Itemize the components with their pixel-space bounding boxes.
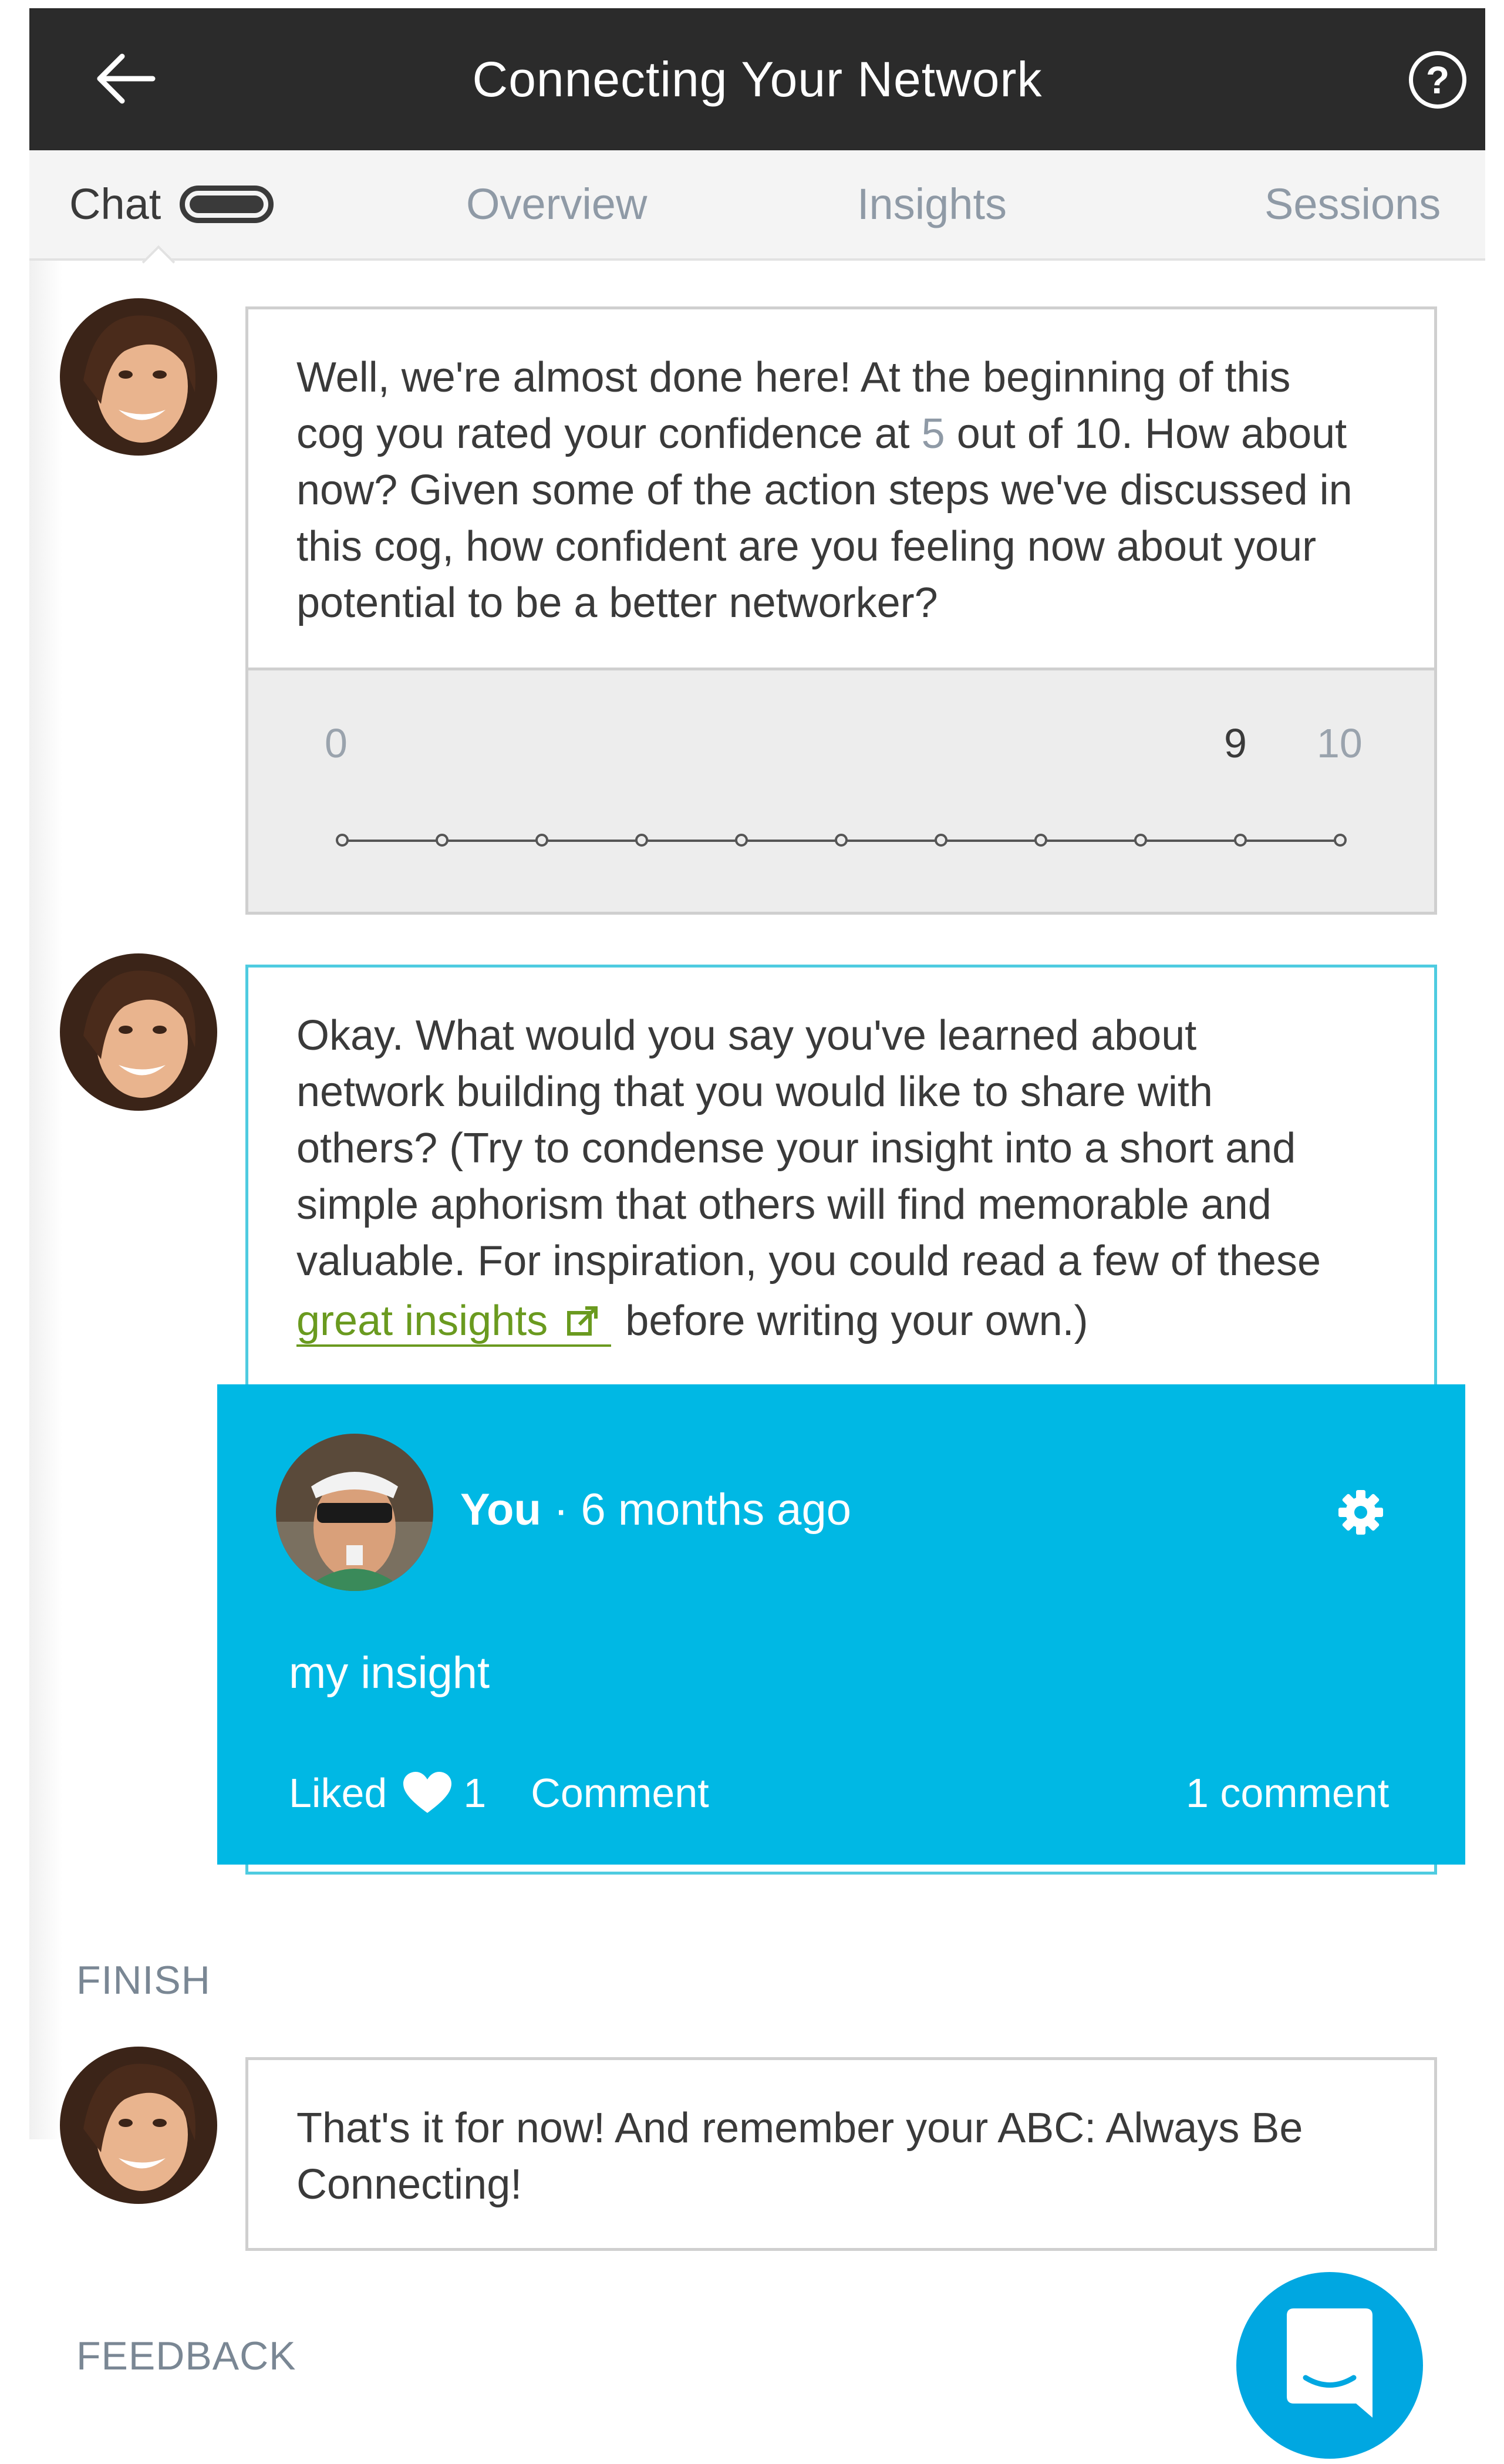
comment-button[interactable]: Comment [531, 1769, 709, 1816]
slider-tick-1[interactable] [436, 834, 448, 847]
section-label-finish: FINISH [76, 1958, 211, 2003]
message-line: valuable. For inspiration, you could rea… [296, 1238, 1321, 1285]
coach-avatar [60, 953, 217, 1111]
insight-meta: You · 6 months ago [460, 1484, 851, 1535]
slider-min-label: 0 [325, 720, 348, 766]
insight-text: my insight [289, 1648, 490, 1698]
slider-tick-6[interactable] [935, 834, 947, 847]
slider-tick-2[interactable] [535, 834, 548, 847]
message-line: simple aphorism that others will find me… [296, 1181, 1272, 1228]
slider-tick-0[interactable] [336, 834, 349, 847]
tab-chat[interactable]: Chat [69, 150, 161, 258]
section-label-feedback: FEEDBACK [76, 2334, 296, 2378]
toggle-icon[interactable] [180, 186, 274, 223]
insight-card: You · 6 months ago my insight Liked 1 Co… [217, 1384, 1465, 1865]
message-line: this cog, how confident are you feeling … [296, 523, 1317, 570]
slider-tick-4[interactable] [735, 834, 748, 847]
message-line: others? (Try to condense your insight in… [296, 1125, 1296, 1172]
question-circle-icon[interactable]: ? [1409, 51, 1466, 109]
insight-time: · 6 months ago [554, 1485, 851, 1535]
coach-avatar [60, 298, 217, 456]
like-count: 1 [463, 1770, 487, 1816]
slider-max-label: 10 [1317, 720, 1363, 766]
gear-icon[interactable] [1337, 1489, 1384, 1539]
heart-icon[interactable] [402, 1771, 453, 1815]
external-link-icon [567, 1306, 598, 1336]
tab-chat-label: Chat [69, 180, 161, 228]
liked-button[interactable]: Liked [289, 1769, 387, 1816]
page-title: Connecting Your Network [472, 51, 1043, 107]
app-header: Connecting Your Network ? [29, 8, 1485, 150]
message-line: cog you rated your confidence at 5 out o… [296, 410, 1347, 457]
tab-overview[interactable]: Overview [466, 150, 647, 258]
slider-tick-9[interactable] [1234, 834, 1247, 847]
left-gutter [29, 261, 62, 2139]
message-line: Well, we're almost done here! At the beg… [296, 354, 1291, 401]
slider-tick-5[interactable] [835, 834, 848, 847]
slider-tick-10[interactable] [1334, 834, 1347, 847]
chat-bubble-icon [1287, 2308, 1373, 2418]
slider-tick-8[interactable] [1134, 834, 1147, 847]
tab-bar: Chat Overview Insights Sessions [29, 150, 1485, 261]
message-line: Okay. What would you say you've learned … [296, 1012, 1197, 1059]
chat-launcher-button[interactable] [1236, 2272, 1423, 2459]
chat-message-confidence: Well, we're almost done here! At the beg… [245, 306, 1437, 670]
message-line: network building that you would like to … [296, 1068, 1213, 1115]
arrow-left-icon[interactable] [94, 49, 159, 108]
tab-insights[interactable]: Insights [857, 150, 1007, 258]
previous-rating-value: 5 [921, 410, 945, 457]
coach-avatar [60, 2047, 217, 2204]
user-avatar [276, 1434, 433, 1591]
slider-tick-3[interactable] [635, 834, 648, 847]
confidence-slider[interactable]: 0 9 10 [245, 668, 1437, 915]
great-insights-link[interactable]: great insights [296, 1297, 612, 1347]
message-line: Connecting! [296, 2161, 522, 2208]
comments-count-link[interactable]: 1 comment [1186, 1769, 1389, 1816]
slider-selected-label: 9 [1224, 720, 1247, 766]
insight-actions: Liked 1 Comment [289, 1769, 709, 1816]
tab-sessions[interactable]: Sessions [1264, 150, 1441, 258]
slider-tick-7[interactable] [1034, 834, 1047, 847]
message-line: now? Given some of the action steps we'v… [296, 467, 1353, 514]
insight-author[interactable]: You [460, 1485, 541, 1535]
message-line: great insights before writing your own.) [296, 1293, 1412, 1349]
chat-message-finish: That's it for now! And remember your ABC… [245, 2057, 1437, 2251]
message-line: potential to be a better networker? [296, 579, 938, 626]
message-line: That's it for now! And remember your ABC… [296, 2105, 1303, 2152]
